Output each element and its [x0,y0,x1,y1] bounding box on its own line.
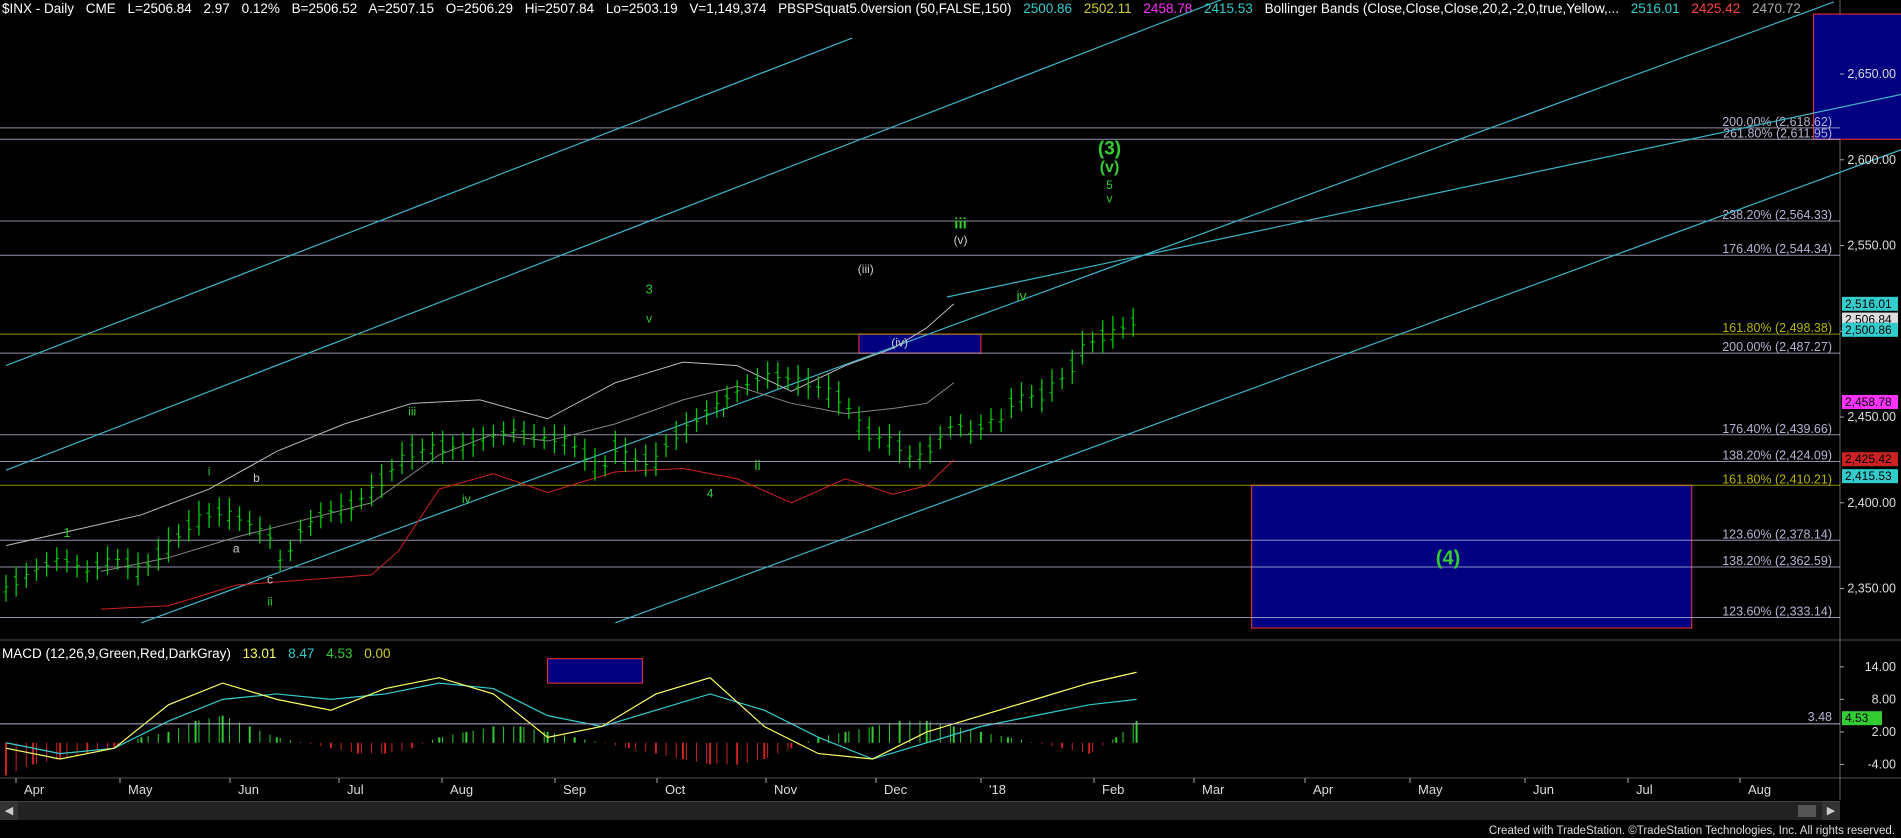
trend-channel-line [5,37,853,367]
wave-label: ii [754,457,760,473]
time-tick-label: Dec [884,782,908,797]
fib-level-label: 161.80% (2,410.21) [1722,472,1832,486]
wave-label: iv [462,492,471,506]
scroll-left-icon[interactable]: ◀ [0,802,18,820]
wave-label: 3 [646,282,653,297]
wave-label: iii [408,404,416,418]
fib-level-label: 176.40% (2,544.34) [1722,242,1832,256]
time-tick-label: Nov [774,782,798,797]
wave-label: v [1107,192,1113,206]
scroll-thumb[interactable] [1798,805,1816,817]
wave-label: ii [267,595,272,609]
wave-label: c [267,572,273,586]
bollinger-mid-line [100,382,955,572]
price-tick-label: 2,450.00 [1847,410,1896,424]
macd-label: MACD (12,26,9,Green,Red,DarkGray) [2,646,231,661]
price-flag-label: 2,500.86 [1845,323,1892,337]
wave-label: (4) [1436,548,1460,570]
time-tick-label: Sep [563,782,586,797]
time-tick-label: Jun [1533,782,1554,797]
time-tick-label: Apr [1313,782,1334,797]
fib-level-label: 161.80% (2,498.38) [1722,321,1832,335]
price-tick-label: 2,650.00 [1847,67,1896,81]
wave-label: b [253,471,260,485]
wave-label: v [646,312,652,326]
macd-value4: 0.00 [364,646,391,661]
time-tick-label: May [128,782,153,797]
price-tick-label: 2,400.00 [1847,496,1896,510]
footer-credit: Created with TradeStation. ©TradeStation… [1488,825,1895,837]
macd-line [5,671,1137,760]
macd-tick-label: -4.00 [1868,757,1897,771]
fib-level-label: 138.20% (2,362.59) [1722,554,1832,568]
price-tick-label: 2,600.00 [1847,153,1896,167]
price-tick-label: 2,550.00 [1847,239,1896,253]
price-flag-label: 2,425.42 [1845,452,1892,466]
price-tick-label: 2,350.00 [1847,582,1896,596]
price-flag-label: 2,516.01 [1845,297,1892,311]
macd-value1: 13.01 [242,646,277,661]
time-tick-label: Mar [1202,782,1225,797]
wave-label: (v) [1100,159,1120,176]
time-tick-label: Jul [1636,782,1653,797]
time-tick-label: Oct [665,782,686,797]
horizontal-scrollbar[interactable]: ◀ ▶ [0,801,1840,820]
macd-tick-label: 14.00 [1865,660,1896,674]
wave-label: 1 [63,525,70,540]
bollinger-upper-line [5,303,955,547]
scroll-right-icon[interactable]: ▶ [1822,802,1840,820]
time-tick-label: Feb [1102,782,1124,797]
fib-level-label: 200.00% (2,487.27) [1722,340,1832,354]
price-flag-label: 2,415.53 [1845,469,1892,483]
time-tick-label: Aug [450,782,473,797]
time-tick-label: Jul [347,782,364,797]
wave-label: i [208,464,211,478]
wave-label: (iv) [891,336,908,350]
time-tick-label: '18 [989,782,1006,797]
wave-label: (iii) [858,262,874,276]
fib-level-label: 176.40% (2,439.66) [1722,422,1832,436]
macd-tick-label: 8.00 [1872,692,1896,706]
wave-label: 4 [707,487,714,501]
fib-level-label: 123.60% (2,378.14) [1722,527,1832,541]
target-box [1251,484,1693,629]
price-flag-label: 2,458.78 [1845,395,1892,409]
macd-signal-line [5,682,1137,760]
time-tick-label: Aug [1748,782,1771,797]
wave-label: a [233,542,240,556]
fib-level-label: 138.20% (2,424.09) [1722,448,1832,462]
time-tick-label: May [1418,782,1443,797]
time-tick-label: Jun [238,782,259,797]
wave-label: i [722,405,725,420]
wave-label: iii [954,215,967,232]
macd-value2: 8.47 [288,646,315,661]
macd-value-flag-label: 4.53 [1845,711,1869,725]
wave-label: (3) [1098,139,1121,160]
time-tick-label: Apr [24,782,45,797]
bollinger-lower-line [100,459,955,610]
macd-tick-label: 2.00 [1872,725,1896,739]
macd-reference-label: 3.48 [1808,710,1832,724]
macd-value3: 4.53 [326,646,353,661]
macd-target-box [547,658,643,684]
price-chart[interactable]: 200.00% (2,618.62)261.80% (2,611.95)238.… [0,0,1901,838]
fib-level-label: 123.60% (2,333.14) [1722,604,1832,618]
wave-label: 5 [1106,178,1113,192]
wave-label: iv [1016,287,1026,303]
trend-channel-line [5,0,1223,471]
macd-header: MACD (12,26,9,Green,Red,DarkGray) 13.01 … [2,646,399,661]
wave-label: (v) [954,233,968,247]
